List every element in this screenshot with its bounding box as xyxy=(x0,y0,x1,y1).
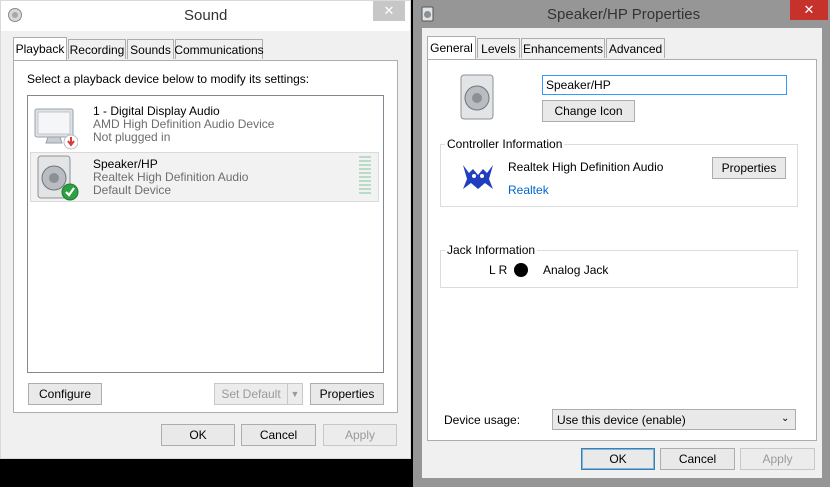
close-icon: ✕ xyxy=(803,2,815,17)
controller-group-title: Controller Information xyxy=(445,137,565,151)
speaker-small-icon xyxy=(421,6,435,22)
ok-button[interactable]: OK xyxy=(581,448,655,470)
speaker-icon xyxy=(32,154,80,202)
ok-button-label: OK xyxy=(189,428,207,442)
chevron-down-icon: ▼ xyxy=(290,389,300,399)
tab-playback-label: Playback xyxy=(15,42,65,56)
change-icon-button[interactable]: Change Icon xyxy=(542,100,635,122)
device-usage-label: Device usage: xyxy=(444,413,521,427)
set-default-button-label: Set Default xyxy=(221,387,281,401)
tab-playback[interactable]: Playback xyxy=(13,37,67,60)
speaker-large-icon xyxy=(455,72,503,124)
volume-level-meter xyxy=(359,156,373,198)
list-item[interactable]: Speaker/HP Realtek High Definition Audio… xyxy=(30,152,379,202)
tab-communications-label: Communications xyxy=(174,42,264,57)
device-usage-select[interactable]: Use this device (enable) ⌄ xyxy=(552,409,796,430)
cancel-button-label: Cancel xyxy=(678,452,717,466)
device-status: Not plugged in xyxy=(93,130,171,144)
set-default-dropdown[interactable]: ▼ xyxy=(287,383,303,405)
tab-advanced-label: Advanced xyxy=(608,41,663,56)
speaker-app-icon xyxy=(7,7,23,23)
properties-close-button[interactable]: ✕ xyxy=(790,0,828,20)
sound-window: Sound ✕ Playback Recording Sounds Commun… xyxy=(0,0,411,459)
tab-enhancements-label: Enhancements xyxy=(522,41,604,56)
tab-general-label: General xyxy=(430,41,473,55)
close-icon: ✕ xyxy=(383,3,395,18)
properties-window: Speaker/HP Properties ✕ General Levels E… xyxy=(413,0,830,487)
tab-sounds[interactable]: Sounds xyxy=(127,39,174,59)
device-driver: Realtek High Definition Audio xyxy=(93,170,249,184)
controller-name: Realtek High Definition Audio xyxy=(508,160,664,174)
properties-button-label: Properties xyxy=(319,387,375,401)
list-item[interactable]: 1 - Digital Display Audio AMD High Defin… xyxy=(30,100,379,150)
apply-button[interactable]: Apply xyxy=(740,448,815,470)
tab-advanced[interactable]: Advanced xyxy=(606,38,665,58)
tab-levels-label: Levels xyxy=(481,41,516,56)
controller-properties-button[interactable]: Properties xyxy=(712,157,786,179)
chevron-down-icon: ⌄ xyxy=(781,413,790,424)
vendor-link[interactable]: Realtek xyxy=(508,183,549,197)
tab-recording[interactable]: Recording xyxy=(68,39,126,59)
apply-button-label: Apply xyxy=(344,428,376,442)
properties-button[interactable]: Properties xyxy=(310,383,384,405)
configure-button[interactable]: Configure xyxy=(28,383,102,405)
device-usage-value: Use this device (enable) xyxy=(557,413,686,427)
properties-window-title: Speaker/HP Properties xyxy=(547,6,701,23)
jack-group-title: Jack Information xyxy=(445,243,538,257)
playback-instruction: Select a playback device below to modify… xyxy=(27,72,310,86)
sound-window-title: Sound xyxy=(184,7,228,24)
properties-tab-strip: General Levels Enhancements Advanced xyxy=(427,36,817,60)
device-status: Default Device xyxy=(93,183,172,197)
tab-levels[interactable]: Levels xyxy=(477,38,520,58)
playback-page: Select a playback device below to modify… xyxy=(13,60,398,413)
properties-body: General Levels Enhancements Advanced Cha… xyxy=(422,28,822,478)
jack-channels: L R xyxy=(489,263,508,277)
ok-button[interactable]: OK xyxy=(161,424,235,446)
monitor-icon xyxy=(32,104,79,150)
cancel-button[interactable]: Cancel xyxy=(241,424,316,446)
sound-body: Playback Recording Sounds Communications… xyxy=(1,31,410,458)
realtek-crab-icon xyxy=(459,161,497,193)
device-name: Speaker/HP xyxy=(93,157,158,171)
apply-button-label: Apply xyxy=(762,452,793,466)
tab-general[interactable]: General xyxy=(427,36,476,59)
sound-tab-strip: Playback Recording Sounds Communications xyxy=(13,37,403,61)
tab-enhancements[interactable]: Enhancements xyxy=(521,38,605,58)
controller-group: Controller Information Realtek High Defi… xyxy=(440,137,798,207)
apply-button[interactable]: Apply xyxy=(323,424,397,446)
properties-titlebar[interactable]: Speaker/HP Properties ✕ xyxy=(413,0,830,28)
device-list[interactable]: 1 - Digital Display Audio AMD High Defin… xyxy=(27,95,384,373)
ok-button-label: OK xyxy=(609,452,627,466)
controller-properties-button-label: Properties xyxy=(721,161,777,175)
configure-button-label: Configure xyxy=(38,387,92,401)
sound-titlebar[interactable]: Sound ✕ xyxy=(1,1,410,31)
general-page: Change Icon Controller Information Realt… xyxy=(427,59,817,441)
jack-group: Jack Information L R Analog Jack xyxy=(440,243,798,288)
device-name-field[interactable] xyxy=(542,75,787,95)
device-name: 1 - Digital Display Audio xyxy=(93,104,220,118)
cancel-button-label: Cancel xyxy=(259,428,298,442)
tab-sounds-label: Sounds xyxy=(130,42,171,57)
tab-communications[interactable]: Communications xyxy=(174,39,264,59)
jack-type: Analog Jack xyxy=(543,263,609,277)
cancel-button[interactable]: Cancel xyxy=(660,448,735,470)
set-default-button[interactable]: Set Default xyxy=(214,383,288,405)
jack-color-dot xyxy=(514,263,528,277)
tab-recording-label: Recording xyxy=(69,42,125,57)
sound-close-button[interactable]: ✕ xyxy=(373,1,405,21)
device-driver: AMD High Definition Audio Device xyxy=(93,117,275,131)
change-icon-button-label: Change Icon xyxy=(554,104,623,118)
